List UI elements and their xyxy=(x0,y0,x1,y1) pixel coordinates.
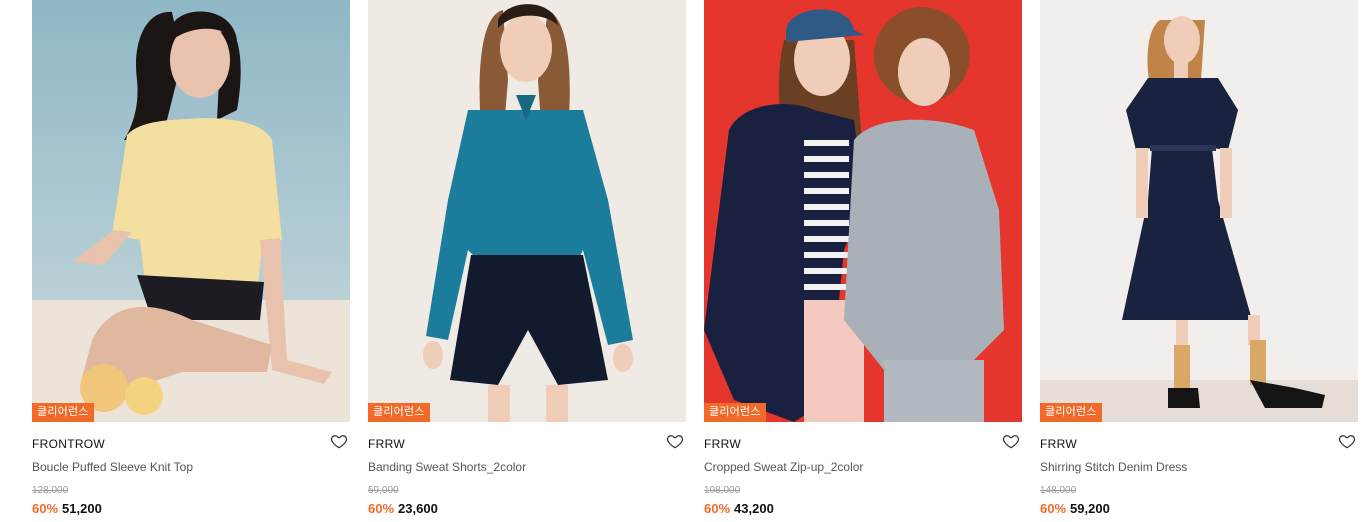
product-name[interactable]: Cropped Sweat Zip-up_2color xyxy=(704,460,863,474)
original-price: 108,000 xyxy=(704,485,741,496)
product-name[interactable]: Banding Sweat Shorts_2color xyxy=(368,460,526,474)
discount-rate: 60% xyxy=(368,501,395,516)
product-photo xyxy=(368,0,686,422)
brand-name[interactable]: FRRW xyxy=(704,437,741,451)
original-price: 59,000 xyxy=(368,485,399,496)
product-photo xyxy=(704,0,1022,422)
sale-price: 59,200 xyxy=(1070,501,1110,516)
sale-price-row: 60% 51,200 xyxy=(32,501,102,516)
original-price: 148,000 xyxy=(1040,485,1077,496)
brand-name[interactable]: FRONTROW xyxy=(32,437,105,451)
product-card[interactable]: 클리어런스 FRONTROW Boucle Puffed Sleeve Knit… xyxy=(32,0,350,516)
heart-icon[interactable] xyxy=(1338,432,1356,450)
product-image[interactable]: 클리어런스 xyxy=(32,0,350,422)
clearance-badge: 클리어런스 xyxy=(32,403,94,422)
discount-rate: 60% xyxy=(1040,501,1067,516)
original-price: 128,000 xyxy=(32,485,69,496)
product-image[interactable]: 클리어런스 xyxy=(368,0,686,422)
product-name[interactable]: Shirring Stitch Denim Dress xyxy=(1040,460,1187,474)
heart-icon[interactable] xyxy=(330,432,348,450)
product-photo xyxy=(32,0,350,422)
product-photo xyxy=(1040,0,1358,422)
discount-rate: 60% xyxy=(704,501,731,516)
heart-icon[interactable] xyxy=(666,432,684,450)
heart-icon[interactable] xyxy=(1002,432,1020,450)
sale-price-row: 60% 59,200 xyxy=(1040,501,1110,516)
clearance-badge: 클리어런스 xyxy=(704,403,766,422)
product-name[interactable]: Boucle Puffed Sleeve Knit Top xyxy=(32,460,193,474)
clearance-badge: 클리어런스 xyxy=(368,403,430,422)
sale-price-row: 60% 23,600 xyxy=(368,501,438,516)
discount-rate: 60% xyxy=(32,501,59,516)
product-image[interactable]: 클리어런스 xyxy=(1040,0,1358,422)
product-card[interactable]: 클리어런스 FRRW Cropped Sweat Zip-up_2color 1… xyxy=(704,0,1022,516)
product-card[interactable]: 클리어런스 FRRW Banding Sweat Shorts_2color 5… xyxy=(368,0,686,516)
sale-price: 23,600 xyxy=(398,501,438,516)
brand-name[interactable]: FRRW xyxy=(368,437,405,451)
sale-price-row: 60% 43,200 xyxy=(704,501,774,516)
sale-price: 51,200 xyxy=(62,501,102,516)
product-image[interactable]: 클리어런스 xyxy=(704,0,1022,422)
product-card[interactable]: 클리어런스 FRRW Shirring Stitch Denim Dress 1… xyxy=(1040,0,1358,516)
brand-name[interactable]: FRRW xyxy=(1040,437,1077,451)
sale-price: 43,200 xyxy=(734,501,774,516)
clearance-badge: 클리어런스 xyxy=(1040,403,1102,422)
